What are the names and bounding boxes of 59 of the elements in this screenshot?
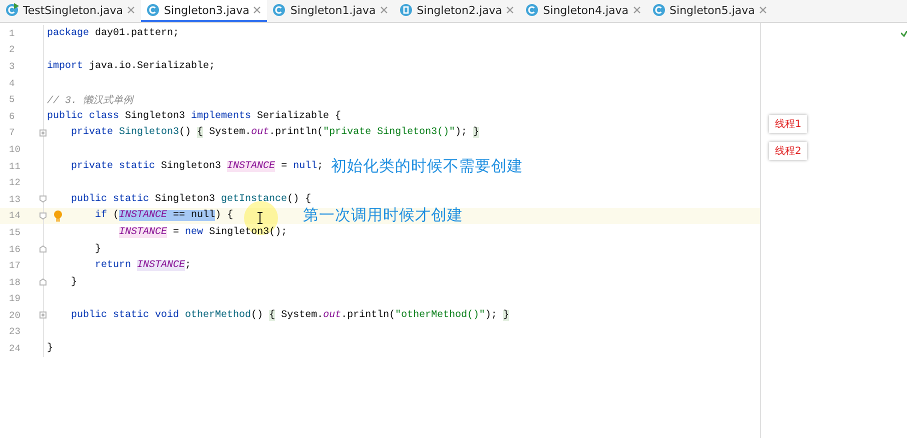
annotation-text: 初始化类的时候不需要创建 (331, 156, 524, 177)
code-line: return INSTANCE; (94, 260, 192, 272)
enum-file-icon (398, 3, 413, 17)
fold-icon[interactable] (39, 278, 47, 286)
close-icon[interactable] (506, 6, 514, 14)
code-line: if (INSTANCE == null) { (94, 210, 234, 222)
line-number: 3 (0, 58, 44, 75)
close-icon[interactable] (758, 6, 767, 14)
editor-tab[interactable]: Singleton4.java (520, 0, 647, 22)
line-number: 4 (0, 74, 44, 92)
line-number: 2 (0, 42, 44, 58)
line-number: 5 (0, 91, 44, 108)
line-number: 11 (0, 158, 44, 174)
text-cursor-icon (257, 212, 263, 224)
close-icon[interactable] (380, 6, 388, 14)
editor-tab[interactable]: Singleton5.java (646, 0, 773, 22)
note-label: 线程2 (769, 142, 808, 160)
code-line: } (47, 343, 54, 354)
code-line: INSTANCE = new Singleton3(); (118, 226, 288, 238)
note-label: 线程1 (769, 115, 808, 133)
code-line: private Singleton3() { System.out.println("private Singleton3()"); } (70, 127, 480, 138)
class-file-icon (525, 3, 540, 17)
close-icon[interactable] (253, 6, 262, 14)
annotation-text: 第一次调用时候才创建 (303, 205, 464, 226)
fold-icon[interactable] (39, 311, 47, 320)
lightbulb-icon[interactable] (53, 210, 63, 222)
line-number: 1 (0, 25, 44, 42)
editor-tab[interactable]: Singleton3.java (141, 0, 268, 22)
class-file-icon (652, 3, 666, 17)
class-file-icon (272, 3, 286, 17)
line-number: 23 (0, 324, 44, 340)
code-line: import java.io.Serializable; (47, 60, 216, 72)
code-line: // 3. 懒汉式单例 (47, 94, 134, 107)
fold-icon[interactable] (39, 244, 47, 253)
editor-tab[interactable]: Singleton1.java (267, 0, 394, 22)
fold-icon[interactable] (39, 212, 47, 220)
code-line: public static void otherMethod() { System.out.println("otherMethod()"); } (70, 310, 510, 321)
fold-icon[interactable] (39, 128, 47, 137)
line-number: 10 (0, 141, 44, 158)
code-line: public static Singleton3 getInstance() { (70, 194, 312, 205)
code-line: } (70, 276, 78, 288)
line-number: 24 (0, 340, 44, 357)
code-line: private static Singleton3 INSTANCE = null; (70, 160, 324, 172)
line-number: 12 (0, 174, 44, 191)
class-file-icon (146, 3, 160, 17)
code-line: public class Singleton3 implements Serializable { (47, 110, 342, 122)
line-number: 15 (0, 224, 44, 241)
runnable-class-icon (5, 3, 19, 17)
code-line: } (94, 244, 102, 255)
close-icon[interactable] (632, 6, 641, 14)
editor-tab[interactable]: Singleton2.java (394, 0, 520, 22)
code-line: package day01.pattern; (47, 28, 180, 39)
close-icon[interactable] (127, 6, 136, 14)
editor-tab[interactable]: TestSingleton.java (0, 0, 142, 22)
line-number: 19 (0, 290, 44, 308)
line-number: 6 (0, 108, 44, 125)
line-number: 17 (0, 257, 44, 274)
fold-icon[interactable] (39, 194, 47, 203)
check-icon[interactable] (901, 31, 907, 37)
